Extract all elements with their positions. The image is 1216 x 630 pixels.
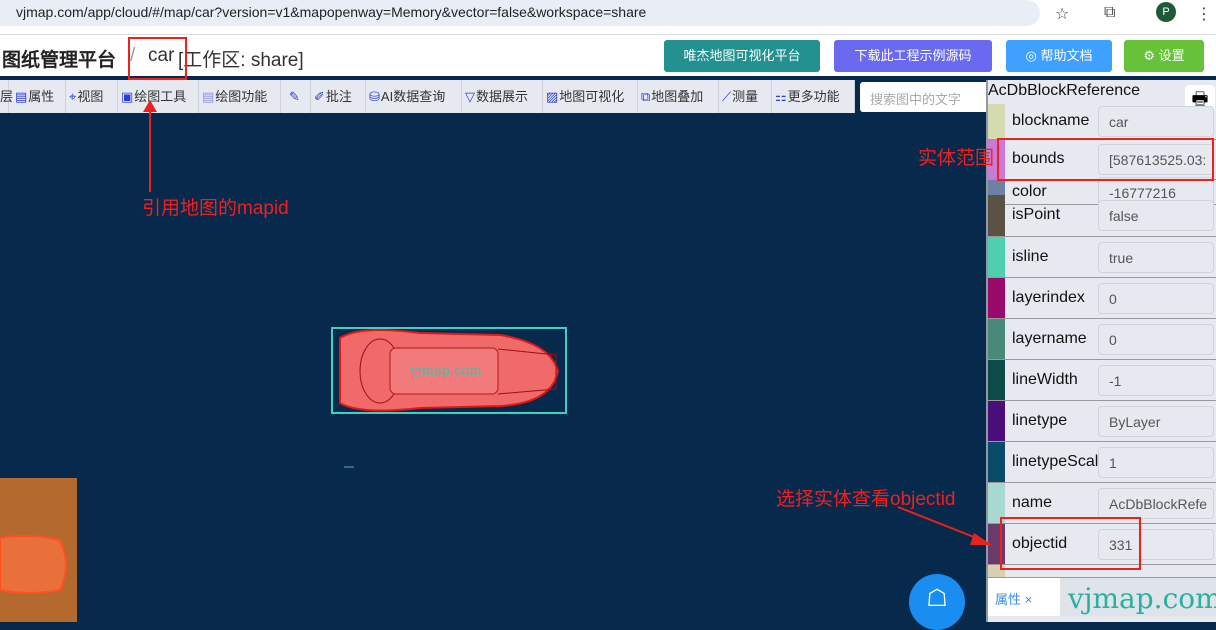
property-label: layerindex bbox=[1012, 288, 1085, 306]
mapid-highlight-box bbox=[128, 37, 187, 80]
bounds-highlight-box bbox=[997, 138, 1214, 181]
download-source-button[interactable]: 下载此工程示例源码 bbox=[834, 40, 992, 72]
watermark: vjmap.com bbox=[1068, 582, 1216, 615]
color-swatch bbox=[988, 360, 1005, 400]
tab-properties[interactable]: 属性 × bbox=[988, 578, 1060, 616]
edit-doc-icon: ✎ bbox=[289, 89, 300, 104]
property-label: name bbox=[1012, 493, 1053, 511]
search-input[interactable]: 搜索图中的文字 bbox=[860, 82, 990, 112]
color-swatch bbox=[988, 195, 1005, 236]
tool-label: AI数据查询 bbox=[380, 89, 446, 104]
pen-icon: ✐ bbox=[314, 89, 325, 104]
bounds-annotation: 实体范围 bbox=[918, 148, 995, 169]
tool-notes[interactable]: ✎ bbox=[281, 80, 311, 113]
property-row-blockname: blockname car bbox=[988, 104, 1216, 140]
robot-icon: ☖ bbox=[926, 585, 948, 612]
property-row-isline: isline true bbox=[988, 237, 1216, 278]
property-label: lineWidth bbox=[1012, 370, 1078, 388]
property-label: linetype bbox=[1012, 411, 1068, 429]
help-docs-button[interactable]: ◎ 帮助文档 bbox=[1006, 40, 1112, 72]
mapid-annotation: 引用地图的mapid bbox=[142, 198, 289, 219]
workspace-label: [工作区: share] bbox=[178, 50, 304, 71]
tool-measure[interactable]: ⟋测量 bbox=[719, 80, 772, 113]
app-title: 图纸管理平台 bbox=[2, 50, 117, 71]
tool-label: 地图叠加 bbox=[651, 89, 704, 104]
extensions-icon[interactable]: ⧉ bbox=[1104, 4, 1115, 22]
tool-label: 批注 bbox=[325, 89, 352, 104]
tool-properties[interactable]: ▤属性 bbox=[12, 80, 66, 113]
toolbar: 层 ▤属性 ⌖视图 ▣绘图工具 ▤绘图功能 ✎ ✐批注 ⛁AI数据查询 ▽数据展… bbox=[0, 80, 855, 113]
tool-label: 测量 bbox=[732, 89, 759, 104]
vis-platform-button[interactable]: 唯杰地图可视化平台 bbox=[664, 40, 820, 72]
property-value-input[interactable]: 1 bbox=[1098, 446, 1214, 478]
property-label: blockname bbox=[1012, 112, 1090, 129]
avatar[interactable]: P bbox=[1156, 2, 1176, 22]
car-watermark: vjmap.com bbox=[409, 364, 481, 379]
tool-label: 更多功能 bbox=[787, 89, 840, 104]
filter-icon: ▽ bbox=[465, 89, 475, 104]
ruler-icon: ⟋ bbox=[722, 89, 732, 104]
star-icon[interactable]: ☆ bbox=[1055, 4, 1069, 24]
menu-icon[interactable]: ⋮ bbox=[1196, 4, 1212, 24]
tool-data-display[interactable]: ▽数据展示 bbox=[462, 80, 543, 113]
tool-drawing-functions[interactable]: ▤绘图功能 bbox=[199, 80, 281, 113]
apps-icon: ⚏ bbox=[775, 89, 787, 104]
color-swatch bbox=[988, 442, 1005, 482]
property-value-input[interactable]: AcDbBlockRefe bbox=[1098, 487, 1214, 519]
tool-ai-query[interactable]: ⛁AI数据查询 bbox=[366, 80, 462, 113]
color-swatch bbox=[988, 278, 1005, 318]
color-swatch bbox=[988, 319, 1005, 359]
objectid-highlight-box bbox=[1000, 517, 1141, 570]
minimap-car bbox=[0, 534, 67, 594]
property-row-layerindex: layerindex 0 bbox=[988, 278, 1216, 319]
view-icon: ⌖ bbox=[69, 89, 77, 104]
property-row-layername: layername 0 bbox=[988, 319, 1216, 360]
property-value-input[interactable]: 0 bbox=[1098, 282, 1214, 314]
settings-button[interactable]: ⚙ 设置 bbox=[1124, 40, 1204, 72]
copy-icon: ⧉ bbox=[641, 89, 651, 104]
property-value-input[interactable]: -1 bbox=[1098, 364, 1214, 396]
tool-view[interactable]: ⌖视图 bbox=[66, 80, 118, 113]
color-swatch bbox=[988, 237, 1005, 277]
property-value-input[interactable]: 0 bbox=[1098, 323, 1214, 355]
tool-label: 绘图功能 bbox=[215, 89, 268, 104]
color-swatch bbox=[988, 104, 1005, 139]
tool-label: 地图可视化 bbox=[559, 89, 625, 104]
drawing-icon: ▣ bbox=[121, 89, 134, 104]
property-value-input[interactable]: ByLayer bbox=[1098, 405, 1214, 437]
doc-icon: ▤ bbox=[202, 89, 215, 104]
mapid-arrow bbox=[143, 100, 157, 192]
database-icon: ⛁ bbox=[369, 89, 380, 104]
tool-label: 数据展示 bbox=[476, 89, 529, 104]
property-label: isPoint bbox=[1012, 206, 1061, 223]
minimap[interactable] bbox=[0, 478, 77, 622]
tool-label: 视图 bbox=[77, 89, 104, 104]
property-row-linewidth: lineWidth -1 bbox=[988, 360, 1216, 401]
tool-map-overlay[interactable]: ⧉地图叠加 bbox=[638, 80, 719, 113]
property-value-input[interactable]: car bbox=[1098, 106, 1214, 137]
objectid-arrow bbox=[897, 506, 992, 545]
property-row-linetypescale: linetypeScale 1 bbox=[988, 442, 1216, 483]
property-row-ispoint: isPoint false bbox=[988, 195, 1216, 237]
list-icon: ▤ bbox=[15, 89, 28, 104]
tool-map-visualization[interactable]: ▨地图可视化 bbox=[543, 80, 638, 113]
tool-layer[interactable]: 层 bbox=[0, 80, 13, 113]
property-value-input[interactable]: true bbox=[1098, 241, 1214, 273]
property-value-input[interactable]: false bbox=[1098, 200, 1214, 231]
color-swatch bbox=[988, 401, 1005, 441]
property-label: isline bbox=[1012, 247, 1049, 265]
url-bar[interactable]: vjmap.com/app/cloud/#/map/car?version=v1… bbox=[0, 0, 1040, 26]
property-label: linetypeScale bbox=[1012, 452, 1098, 470]
tool-more[interactable]: ⚏更多功能 bbox=[772, 80, 855, 113]
property-label: layername bbox=[1012, 329, 1087, 347]
tool-label: 属性 bbox=[28, 89, 55, 104]
tool-annotate[interactable]: ✐批注 bbox=[311, 80, 366, 113]
property-row-linetype: linetype ByLayer bbox=[988, 401, 1216, 442]
chart-icon: ▨ bbox=[546, 89, 559, 104]
entity-type: AcDbBlockReference bbox=[988, 82, 1141, 99]
